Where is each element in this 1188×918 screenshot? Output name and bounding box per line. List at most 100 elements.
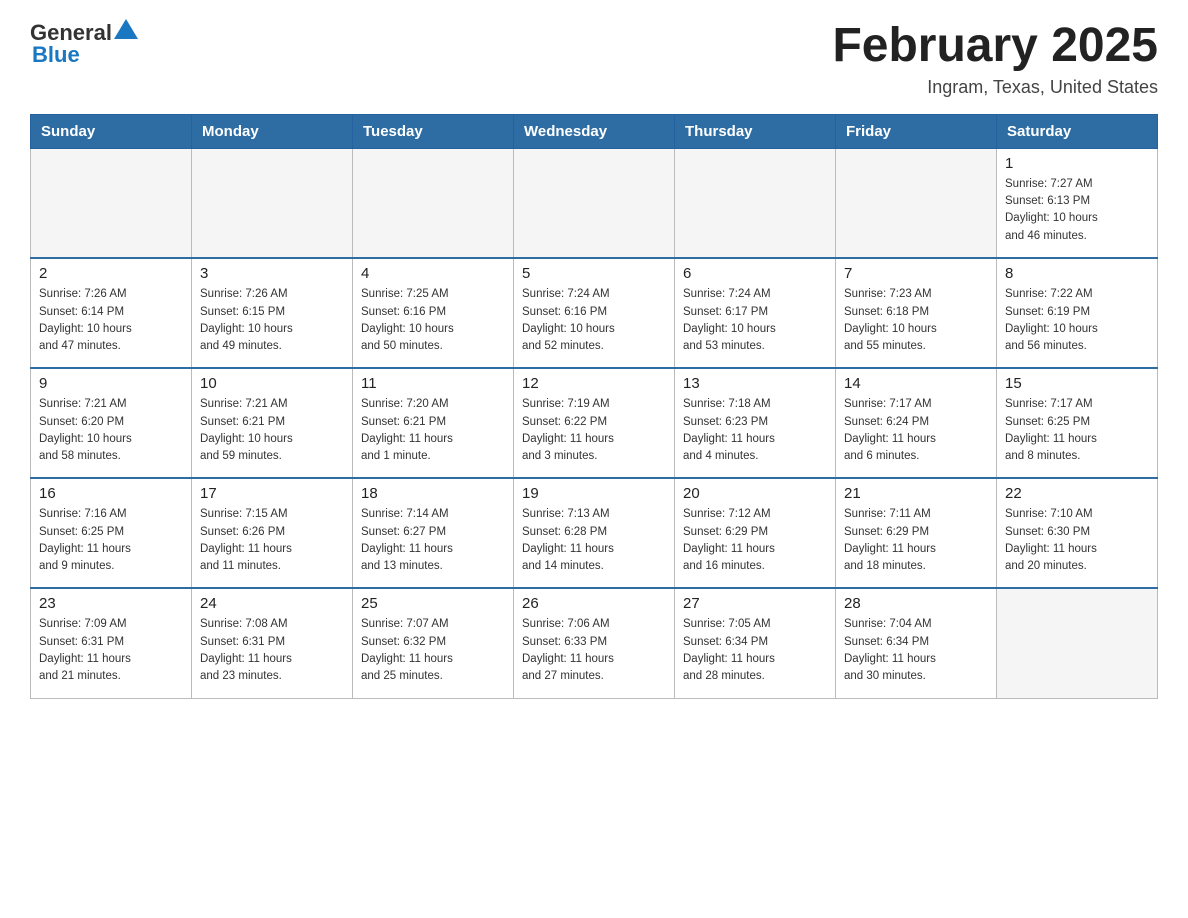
calendar-cell: 7 Sunrise: 7:23 AMSunset: 6:18 PMDaylight… bbox=[836, 258, 997, 368]
calendar-cell: 21 Sunrise: 7:11 AMSunset: 6:29 PMDayligh… bbox=[836, 478, 997, 588]
calendar-cell: 14 Sunrise: 7:17 AMSunset: 6:24 PMDayligh… bbox=[836, 368, 997, 478]
calendar-cell: 4 Sunrise: 7:25 AMSunset: 6:16 PMDaylight… bbox=[353, 258, 514, 368]
calendar-week-row: 23 Sunrise: 7:09 AMSunset: 6:31 PMDayligh… bbox=[31, 588, 1158, 698]
day-number: 16 bbox=[39, 485, 183, 502]
day-info: Sunrise: 7:17 AMSunset: 6:24 PMDaylight:… bbox=[844, 396, 988, 465]
calendar-cell: 15 Sunrise: 7:17 AMSunset: 6:25 PMDayligh… bbox=[997, 368, 1158, 478]
calendar-cell: 11 Sunrise: 7:20 AMSunset: 6:21 PMDayligh… bbox=[353, 368, 514, 478]
page-header: General Blue February 2025 Ingram, Texas… bbox=[30, 20, 1158, 98]
header-sunday: Sunday bbox=[31, 114, 192, 148]
logo-blue-text: Blue bbox=[32, 42, 138, 68]
day-number: 10 bbox=[200, 375, 344, 392]
day-number: 26 bbox=[522, 595, 666, 612]
calendar-cell: 28Sunrise: 7:04 AMSunset: 6:34 PMDayligh… bbox=[836, 588, 997, 698]
calendar-cell: 12Sunrise: 7:19 AMSunset: 6:22 PMDayligh… bbox=[514, 368, 675, 478]
calendar-cell bbox=[353, 148, 514, 258]
calendar-table: SundayMondayTuesdayWednesdayThursdayFrid… bbox=[30, 114, 1158, 699]
calendar-cell: 5Sunrise: 7:24 AMSunset: 6:16 PMDaylight… bbox=[514, 258, 675, 368]
day-info: Sunrise: 7:25 AMSunset: 6:16 PMDaylight:… bbox=[361, 286, 505, 355]
day-info: Sunrise: 7:20 AMSunset: 6:21 PMDaylight:… bbox=[361, 396, 505, 465]
day-info: Sunrise: 7:12 AMSunset: 6:29 PMDaylight:… bbox=[683, 506, 827, 575]
day-number: 2 bbox=[39, 265, 183, 282]
day-info: Sunrise: 7:26 AMSunset: 6:14 PMDaylight:… bbox=[39, 286, 183, 355]
day-number: 1 bbox=[1005, 155, 1149, 172]
calendar-cell: 1 Sunrise: 7:27 AMSunset: 6:13 PMDaylight… bbox=[997, 148, 1158, 258]
day-info: Sunrise: 7:11 AMSunset: 6:29 PMDaylight:… bbox=[844, 506, 988, 575]
day-number: 18 bbox=[361, 485, 505, 502]
day-number: 15 bbox=[1005, 375, 1149, 392]
day-number: 8 bbox=[1005, 265, 1149, 282]
day-number: 11 bbox=[361, 375, 505, 392]
day-number: 25 bbox=[361, 595, 505, 612]
calendar-cell: 10 Sunrise: 7:21 AMSunset: 6:21 PMDayligh… bbox=[192, 368, 353, 478]
day-info: Sunrise: 7:16 AMSunset: 6:25 PMDaylight:… bbox=[39, 506, 183, 575]
day-info: Sunrise: 7:26 AMSunset: 6:15 PMDaylight:… bbox=[200, 286, 344, 355]
calendar-cell: 25 Sunrise: 7:07 AMSunset: 6:32 PMDayligh… bbox=[353, 588, 514, 698]
day-number: 6 bbox=[683, 265, 827, 282]
day-info: Sunrise: 7:10 AMSunset: 6:30 PMDaylight:… bbox=[1005, 506, 1149, 575]
day-info: Sunrise: 7:05 AMSunset: 6:34 PMDaylight:… bbox=[683, 616, 827, 685]
calendar-cell: 18 Sunrise: 7:14 AMSunset: 6:27 PMDayligh… bbox=[353, 478, 514, 588]
day-info: Sunrise: 7:07 AMSunset: 6:32 PMDaylight:… bbox=[361, 616, 505, 685]
calendar-cell: 9 Sunrise: 7:21 AMSunset: 6:20 PMDaylight… bbox=[31, 368, 192, 478]
calendar-cell bbox=[836, 148, 997, 258]
day-info: Sunrise: 7:18 AMSunset: 6:23 PMDaylight:… bbox=[683, 396, 827, 465]
header-saturday: Saturday bbox=[997, 114, 1158, 148]
header-thursday: Thursday bbox=[675, 114, 836, 148]
calendar-cell: 23 Sunrise: 7:09 AMSunset: 6:31 PMDayligh… bbox=[31, 588, 192, 698]
day-number: 28 bbox=[844, 595, 988, 612]
calendar-cell: 8 Sunrise: 7:22 AMSunset: 6:19 PMDaylight… bbox=[997, 258, 1158, 368]
day-info: Sunrise: 7:24 AMSunset: 6:17 PMDaylight:… bbox=[683, 286, 827, 355]
calendar-week-row: 16 Sunrise: 7:16 AMSunset: 6:25 PMDayligh… bbox=[31, 478, 1158, 588]
calendar-subtitle: Ingram, Texas, United States bbox=[832, 77, 1158, 98]
day-info: Sunrise: 7:15 AMSunset: 6:26 PMDaylight:… bbox=[200, 506, 344, 575]
logo-triangle-icon bbox=[114, 19, 138, 39]
calendar-cell: 19 Sunrise: 7:13 AMSunset: 6:28 PMDayligh… bbox=[514, 478, 675, 588]
calendar-week-row: 1 Sunrise: 7:27 AMSunset: 6:13 PMDaylight… bbox=[31, 148, 1158, 258]
day-info: Sunrise: 7:21 AMSunset: 6:21 PMDaylight:… bbox=[200, 396, 344, 465]
header-friday: Friday bbox=[836, 114, 997, 148]
day-number: 24 bbox=[200, 595, 344, 612]
calendar-cell: 16 Sunrise: 7:16 AMSunset: 6:25 PMDayligh… bbox=[31, 478, 192, 588]
day-number: 19 bbox=[522, 485, 666, 502]
day-number: 3 bbox=[200, 265, 344, 282]
day-number: 21 bbox=[844, 485, 988, 502]
day-info: Sunrise: 7:17 AMSunset: 6:25 PMDaylight:… bbox=[1005, 396, 1149, 465]
header-tuesday: Tuesday bbox=[353, 114, 514, 148]
calendar-cell: 26 Sunrise: 7:06 AMSunset: 6:33 PMDayligh… bbox=[514, 588, 675, 698]
day-number: 5 bbox=[522, 265, 666, 282]
logo: General Blue bbox=[30, 20, 138, 68]
calendar-cell: 20 Sunrise: 7:12 AMSunset: 6:29 PMDayligh… bbox=[675, 478, 836, 588]
calendar-cell bbox=[514, 148, 675, 258]
day-number: 22 bbox=[1005, 485, 1149, 502]
calendar-cell: 13 Sunrise: 7:18 AMSunset: 6:23 PMDayligh… bbox=[675, 368, 836, 478]
day-number: 14 bbox=[844, 375, 988, 392]
calendar-cell: 17 Sunrise: 7:15 AMSunset: 6:26 PMDayligh… bbox=[192, 478, 353, 588]
day-info: Sunrise: 7:08 AMSunset: 6:31 PMDaylight:… bbox=[200, 616, 344, 685]
calendar-cell: 24 Sunrise: 7:08 AMSunset: 6:31 PMDayligh… bbox=[192, 588, 353, 698]
day-info: Sunrise: 7:13 AMSunset: 6:28 PMDaylight:… bbox=[522, 506, 666, 575]
day-number: 7 bbox=[844, 265, 988, 282]
calendar-cell bbox=[31, 148, 192, 258]
calendar-cell bbox=[675, 148, 836, 258]
day-number: 27 bbox=[683, 595, 827, 612]
day-info: Sunrise: 7:06 AMSunset: 6:33 PMDaylight:… bbox=[522, 616, 666, 685]
day-info: Sunrise: 7:21 AMSunset: 6:20 PMDaylight:… bbox=[39, 396, 183, 465]
day-info: Sunrise: 7:19 AMSunset: 6:22 PMDaylight:… bbox=[522, 396, 666, 465]
calendar-title: February 2025 bbox=[832, 20, 1158, 73]
calendar-cell bbox=[192, 148, 353, 258]
day-number: 20 bbox=[683, 485, 827, 502]
day-info: Sunrise: 7:23 AMSunset: 6:18 PMDaylight:… bbox=[844, 286, 988, 355]
day-info: Sunrise: 7:22 AMSunset: 6:19 PMDaylight:… bbox=[1005, 286, 1149, 355]
day-number: 9 bbox=[39, 375, 183, 392]
day-number: 23 bbox=[39, 595, 183, 612]
day-number: 17 bbox=[200, 485, 344, 502]
day-number: 4 bbox=[361, 265, 505, 282]
day-info: Sunrise: 7:09 AMSunset: 6:31 PMDaylight:… bbox=[39, 616, 183, 685]
calendar-week-row: 2 Sunrise: 7:26 AMSunset: 6:14 PMDaylight… bbox=[31, 258, 1158, 368]
day-info: Sunrise: 7:27 AMSunset: 6:13 PMDaylight:… bbox=[1005, 176, 1149, 245]
calendar-cell: 3 Sunrise: 7:26 AMSunset: 6:15 PMDaylight… bbox=[192, 258, 353, 368]
calendar-header-row: SundayMondayTuesdayWednesdayThursdayFrid… bbox=[31, 114, 1158, 148]
day-number: 13 bbox=[683, 375, 827, 392]
day-info: Sunrise: 7:14 AMSunset: 6:27 PMDaylight:… bbox=[361, 506, 505, 575]
